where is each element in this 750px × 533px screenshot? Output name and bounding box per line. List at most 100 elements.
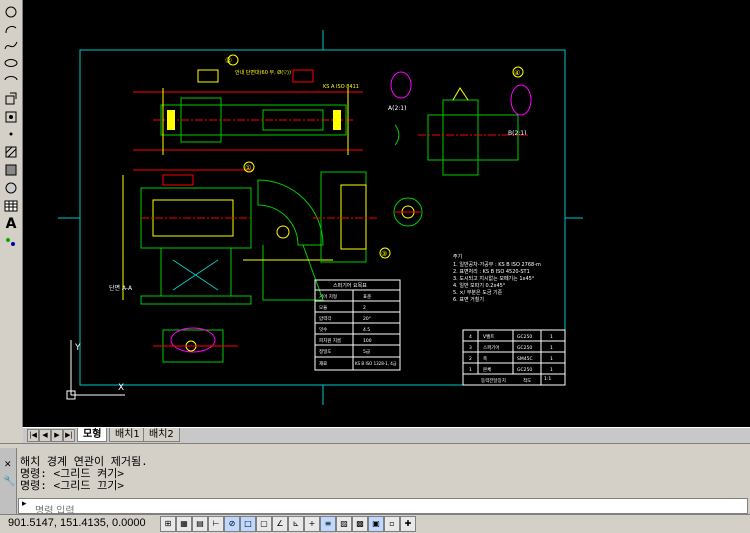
callout-2: ②	[225, 56, 232, 65]
svg-text:본체: 본체	[483, 366, 491, 373]
detail-b-label: B(2:1)	[508, 130, 526, 137]
svg-text:4.5: 4.5	[363, 327, 370, 333]
svg-text:스퍼기어: 스퍼기어	[483, 344, 500, 351]
svg-text:2: 2	[363, 305, 366, 311]
svg-text:GC250: GC250	[517, 334, 532, 340]
callout-1: ①	[245, 164, 251, 172]
svg-text:6. 표면 거칠기: 6. 표면 거칠기	[453, 296, 484, 303]
svg-text:1: 1	[550, 367, 553, 373]
note-2: KS A ISO 8411	[323, 84, 359, 90]
circle-tool-icon[interactable]	[2, 4, 20, 20]
svg-text:모듈: 모듈	[319, 305, 327, 311]
detail-a-label: A(2:1)	[388, 105, 406, 112]
svg-text:3. 도시되고 지시없는 모떼기는 1x45°: 3. 도시되고 지시없는 모떼기는 1x45°	[453, 275, 535, 282]
body-front-view	[122, 169, 253, 305]
svg-text:1: 1	[550, 356, 553, 362]
make-block-icon[interactable]	[2, 109, 20, 125]
command-input-box[interactable]: ▸	[18, 498, 748, 520]
arc-tool-icon[interactable]	[2, 21, 20, 37]
region-tool-icon[interactable]	[2, 180, 20, 196]
svg-text:1: 1	[469, 367, 472, 373]
quick-properties-button[interactable]: ▩	[352, 516, 368, 532]
drawing-canvas[interactable]: Y X ② 안내 단면대(60 부, Ø(▽)) KS A ISO 8411 단…	[23, 0, 750, 427]
next-tab-icon[interactable]: ▶	[51, 429, 63, 442]
svg-text:V벨트: V벨트	[483, 333, 494, 340]
add-selected-icon[interactable]	[2, 234, 20, 250]
svg-text:축: 축	[483, 355, 487, 362]
svg-text:표준: 표준	[363, 294, 371, 300]
prompt-arrow-icon: ▸	[22, 499, 27, 509]
pulley-view	[390, 71, 532, 176]
svg-text:척도: 척도	[523, 377, 531, 384]
tab-model[interactable]: 모형	[77, 428, 108, 442]
dynamic-input-button[interactable]: +	[304, 516, 320, 532]
svg-text:1: 1	[550, 345, 553, 351]
command-window: ✕ 🔧 해치 경계 연관이 제거됨. 명령: <그리드 켜기> 명령: <그리드…	[0, 448, 750, 520]
status-bar: 901.5147, 151.4135, 0.0000 ⊞ ▦ ▤ ⊢ ⊘ □ ▢…	[0, 514, 750, 533]
infer-constraints-button[interactable]: ⊞	[160, 516, 176, 532]
mtext-tool-icon[interactable]: A	[2, 216, 20, 232]
svg-text:5. ×/ 부분은 도금 기준: 5. ×/ 부분은 도금 기준	[453, 289, 503, 296]
svg-text:3: 3	[469, 345, 472, 351]
command-line-3: 명령: <그리드 끄기>	[20, 479, 124, 492]
callout-3: ③	[381, 250, 387, 258]
draw-toolbar: A	[0, 0, 23, 427]
workspace-button[interactable]: ✚	[400, 516, 416, 532]
last-tab-icon[interactable]: ▶|	[63, 429, 75, 442]
object-snap-button[interactable]: □	[240, 516, 256, 532]
ucs-icon: Y X	[66, 340, 125, 400]
section-label: 단면 A-A	[109, 284, 133, 292]
prev-tab-icon[interactable]: ◀	[39, 429, 51, 442]
gradient-tool-icon[interactable]	[2, 162, 20, 178]
layout-tabs: |◀ ◀ ▶ ▶| 모형 배치1 배치2	[23, 427, 750, 443]
insert-block-icon[interactable]	[2, 91, 20, 107]
parts-list: 4 V벨트 GC250 1 3 스퍼기어 GC250 1 2 축 SM45C 1…	[462, 329, 566, 386]
3d-osnap-button[interactable]: ▢	[256, 516, 272, 532]
body-side-view	[243, 179, 333, 301]
svg-text:GC250: GC250	[517, 367, 532, 373]
spec-table: 스퍼기어 요목표 기어 치형 표준 모듈 2 압력각 20° 잇수 4.5 피치…	[314, 279, 401, 371]
svg-text:스퍼기어 요목표: 스퍼기어 요목표	[333, 282, 367, 289]
table-tool-icon[interactable]	[2, 198, 20, 214]
tab-layout2[interactable]: 배치2	[143, 428, 180, 442]
general-notes: 주기 1. 일반공차-가공부 : KS B ISO 2768-m 2. 표면처리…	[453, 253, 541, 303]
svg-text:4. 일반 모따기 0.2x45°: 4. 일반 모따기 0.2x45°	[453, 282, 506, 289]
svg-text:잇수: 잇수	[319, 326, 327, 333]
transparency-button[interactable]: ▨	[336, 516, 352, 532]
note-1: 안내 단면대(60 부, Ø(▽))	[235, 69, 291, 76]
svg-text:5급: 5급	[363, 349, 370, 355]
grid-display-button[interactable]: ▤	[192, 516, 208, 532]
first-tab-icon[interactable]: |◀	[27, 429, 39, 442]
svg-text:100: 100	[363, 338, 372, 344]
svg-text:Y: Y	[74, 343, 81, 353]
command-history: 해치 경계 연관이 제거됨. 명령: <그리드 켜기> 명령: <그리드 끄기>	[20, 456, 148, 492]
spline-tool-icon[interactable]	[2, 38, 20, 54]
selection-cycling-button[interactable]: ▣	[368, 516, 384, 532]
svg-text:정밀도: 정밀도	[319, 348, 331, 355]
ellipse-tool-icon[interactable]	[2, 55, 20, 71]
svg-text:기어 치형: 기어 치형	[319, 293, 337, 300]
ducs-button[interactable]: ⊾	[288, 516, 304, 532]
annotation-monitor-button[interactable]: ▫	[384, 516, 400, 532]
svg-text:2. 표면처리 : KS B ISO 4520-ST1: 2. 표면처리 : KS B ISO 4520-ST1	[453, 268, 530, 275]
svg-text:X: X	[118, 383, 124, 393]
otrack-button[interactable]: ∠	[272, 516, 288, 532]
wrench-icon[interactable]: 🔧	[3, 476, 15, 487]
polar-tracking-button[interactable]: ⊘	[224, 516, 240, 532]
close-icon[interactable]: ✕	[4, 460, 12, 470]
svg-text:1: 1	[550, 334, 553, 340]
svg-text:1. 일반공차-가공부 : KS B ISO 2768-m: 1. 일반공차-가공부 : KS B ISO 2768-m	[453, 261, 541, 268]
ellipse-arc-tool-icon[interactable]	[2, 72, 20, 88]
svg-text:1:1: 1:1	[544, 376, 551, 382]
lineweight-button[interactable]: ≡	[320, 516, 336, 532]
svg-text:압력각: 압력각	[319, 315, 331, 322]
snap-mode-button[interactable]: ▦	[176, 516, 192, 532]
svg-text:GC250: GC250	[517, 345, 532, 351]
point-tool-icon[interactable]	[2, 126, 20, 142]
ortho-mode-button[interactable]: ⊢	[208, 516, 224, 532]
hatch-tool-icon[interactable]	[2, 144, 20, 160]
svg-text:20°: 20°	[363, 316, 371, 322]
svg-text:KS B ISO 1328-1, 4급: KS B ISO 1328-1, 4급	[355, 361, 397, 366]
command-window-handle[interactable]: ✕ 🔧	[0, 448, 17, 514]
tab-layout1[interactable]: 배치1	[109, 428, 146, 442]
